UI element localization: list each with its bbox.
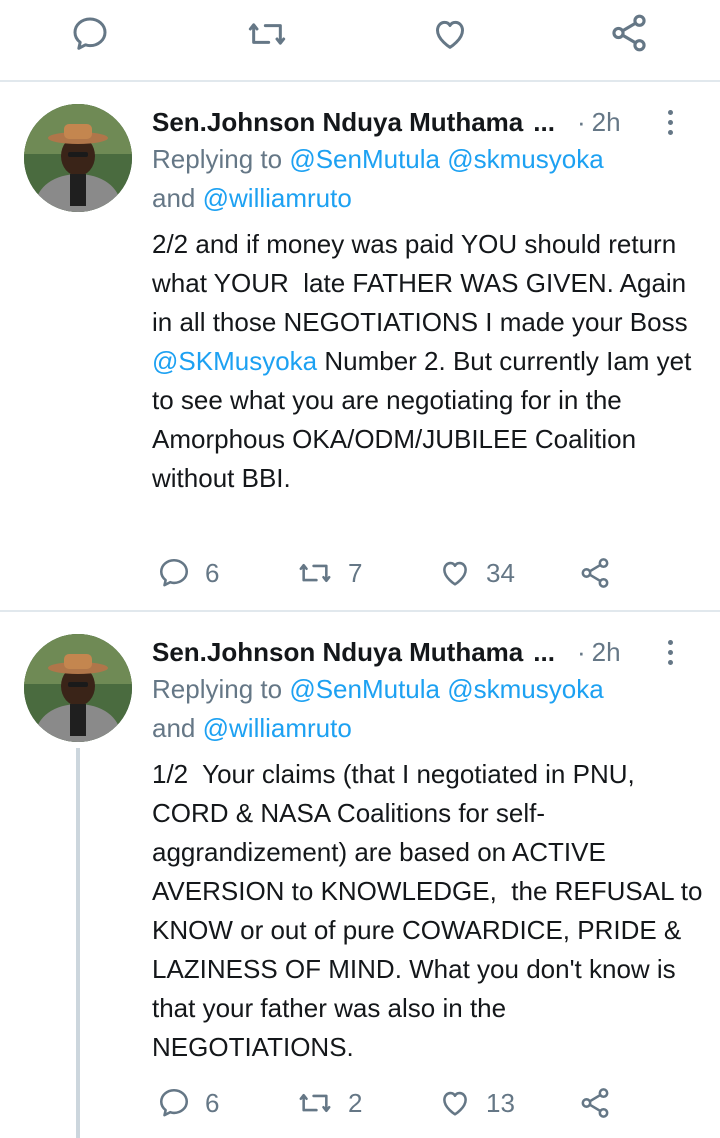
reply-icon: [157, 1086, 191, 1120]
retweet-button[interactable]: 2: [296, 1086, 362, 1120]
reply-button[interactable]: 6: [157, 1086, 219, 1120]
name-ellipsis: ...: [533, 636, 555, 667]
retweet-icon: [296, 556, 334, 590]
tweet-actions: 6 7 34: [0, 556, 720, 600]
mention-link[interactable]: @williamruto: [203, 183, 352, 213]
separator-dot: ·: [576, 636, 586, 667]
reply-count: 6: [205, 1087, 220, 1118]
retweet-count: 7: [348, 557, 363, 588]
tweet[interactable]: Sen.Johnson Nduya Muthama ... · 2h Reply…: [0, 82, 720, 612]
like-button[interactable]: 13: [438, 1086, 515, 1120]
mention-link[interactable]: @SenMutula: [289, 144, 440, 174]
mention-link[interactable]: @skmusyoka: [447, 144, 603, 174]
like-count: 13: [486, 1087, 515, 1118]
reply-icon: [70, 14, 110, 54]
replying-and-label: and: [152, 713, 196, 743]
heart-icon: [430, 14, 470, 54]
tweet-header: Sen.Johnson Nduya Muthama ... · 2h: [152, 632, 704, 672]
reply-button[interactable]: 6: [157, 556, 219, 590]
author-name[interactable]: Sen.Johnson Nduya Muthama: [152, 107, 523, 138]
mention-link[interactable]: @SenMutula: [289, 674, 440, 704]
replying-and-label: and: [152, 183, 196, 213]
mention-link[interactable]: @SKMusyoka: [152, 346, 317, 376]
reply-button[interactable]: [70, 14, 110, 54]
replying-to-label: Replying to: [152, 674, 283, 704]
tweet[interactable]: Sen.Johnson Nduya Muthama ... · 2h Reply…: [0, 612, 720, 1138]
heart-icon: [438, 556, 472, 590]
more-options-icon[interactable]: [666, 110, 674, 138]
retweet-button[interactable]: [245, 14, 289, 54]
mention-link[interactable]: @williamruto: [203, 713, 352, 743]
share-button[interactable]: [578, 556, 612, 590]
replying-to: Replying to @SenMutula @skmusyoka and @w…: [152, 140, 704, 218]
like-button[interactable]: [430, 14, 470, 54]
previous-tweet-actions: [0, 0, 720, 82]
tweet-header: Sen.Johnson Nduya Muthama ... · 2h: [152, 102, 704, 142]
retweet-count: 2: [348, 1087, 363, 1118]
avatar[interactable]: [24, 104, 132, 212]
separator-dot: ·: [576, 106, 586, 137]
name-ellipsis: ...: [533, 106, 555, 137]
tweet-text: 1/2 Your claims (that I negotiated in PN…: [152, 759, 710, 1062]
mention-link[interactable]: @skmusyoka: [447, 674, 603, 704]
thread-line: [76, 748, 80, 1138]
replying-to: Replying to @SenMutula @skmusyoka and @w…: [152, 670, 704, 748]
timestamp[interactable]: 2h: [592, 107, 621, 138]
retweet-button[interactable]: 7: [296, 556, 362, 590]
tweet-actions: 6 2 13: [0, 1086, 720, 1130]
tweet-text: 2/2 and if money was paid YOU should ret…: [152, 225, 704, 498]
like-count: 34: [486, 557, 515, 588]
avatar[interactable]: [24, 634, 132, 742]
retweet-icon: [245, 14, 289, 54]
retweet-icon: [296, 1086, 334, 1120]
reply-count: 6: [205, 557, 220, 588]
replying-to-label: Replying to: [152, 144, 283, 174]
author-name[interactable]: Sen.Johnson Nduya Muthama: [152, 637, 523, 668]
share-icon: [608, 12, 650, 54]
tweet-text-part: 2/2 and if money was paid YOU should ret…: [152, 229, 695, 337]
reply-icon: [157, 556, 191, 590]
more-options-icon[interactable]: [666, 640, 674, 668]
heart-icon: [438, 1086, 472, 1120]
share-button[interactable]: [608, 12, 650, 54]
like-button[interactable]: 34: [438, 556, 515, 590]
share-icon: [578, 556, 612, 590]
share-icon: [578, 1086, 612, 1120]
share-button[interactable]: [578, 1086, 612, 1120]
timestamp[interactable]: 2h: [592, 637, 621, 668]
